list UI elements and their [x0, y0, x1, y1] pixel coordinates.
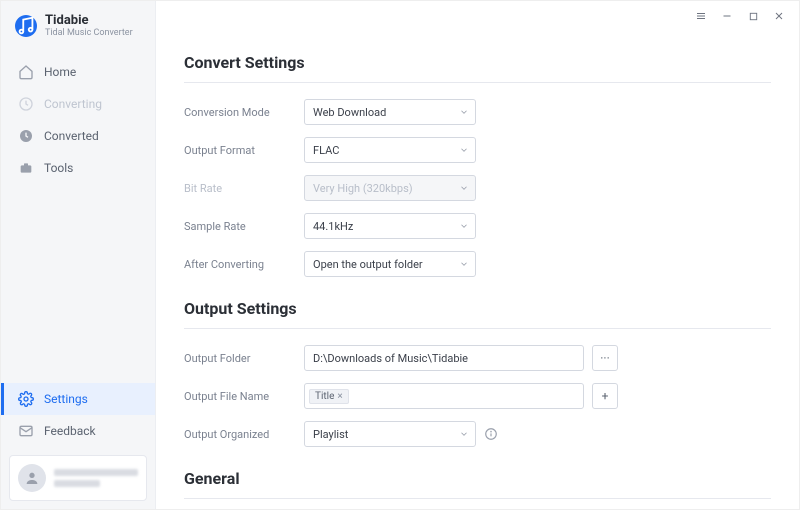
- browse-folder-button[interactable]: ···: [592, 345, 618, 371]
- section-title-convert: Convert Settings: [184, 53, 771, 72]
- chevron-down-icon: [459, 259, 469, 269]
- app-window: Tidabie Tidal Music Converter Home Conve…: [0, 0, 800, 510]
- divider: [184, 328, 771, 329]
- select-value: Open the output folder: [313, 258, 423, 271]
- output-filename-label: Output File Name: [184, 390, 304, 403]
- sidebar-item-label: Feedback: [44, 424, 96, 438]
- conversion-mode-label: Conversion Mode: [184, 106, 304, 119]
- chip-remove-icon[interactable]: ×: [337, 391, 342, 402]
- after-converting-select[interactable]: Open the output folder: [304, 251, 476, 277]
- conversion-mode-select[interactable]: Web Download: [304, 99, 476, 125]
- section-title-output: Output Settings: [184, 299, 771, 318]
- bitrate-select: Very High (320kbps): [304, 175, 476, 201]
- sidebar-item-label: Converting: [44, 97, 102, 111]
- sidebar-item-label: Tools: [44, 161, 73, 175]
- plus-icon: +: [602, 389, 609, 403]
- maximize-button[interactable]: [741, 4, 765, 28]
- brand-subtitle: Tidal Music Converter: [45, 28, 133, 38]
- output-folder-label: Output Folder: [184, 352, 304, 365]
- converting-icon: [18, 96, 34, 112]
- output-folder-input[interactable]: D:\Downloads of Music\Tidabie: [304, 345, 584, 371]
- converted-icon: [18, 128, 34, 144]
- user-info-placeholder: [54, 469, 138, 487]
- output-format-label: Output Format: [184, 144, 304, 157]
- brand-text: Tidabie Tidal Music Converter: [45, 13, 133, 38]
- sidebar-item-label: Home: [44, 65, 76, 79]
- home-icon: [18, 64, 34, 80]
- select-value: FLAC: [313, 144, 339, 157]
- sample-rate-label: Sample Rate: [184, 220, 304, 233]
- sidebar-item-converted[interactable]: Converted: [1, 120, 155, 152]
- input-value: D:\Downloads of Music\Tidabie: [313, 352, 468, 365]
- chip-label: Title: [315, 391, 334, 402]
- info-icon[interactable]: [484, 427, 498, 441]
- select-value: Playlist: [313, 428, 348, 441]
- sidebar-item-tools[interactable]: Tools: [1, 152, 155, 184]
- settings-content[interactable]: Convert Settings Conversion Mode Web Dow…: [156, 31, 799, 509]
- chevron-down-icon: [459, 221, 469, 231]
- bitrate-label: Bit Rate: [184, 182, 304, 195]
- sidebar: Tidabie Tidal Music Converter Home Conve…: [1, 1, 156, 509]
- chevron-down-icon: [459, 145, 469, 155]
- chevron-down-icon: [459, 107, 469, 117]
- feedback-icon: [18, 423, 34, 439]
- nav-bottom: Settings Feedback: [1, 379, 155, 447]
- close-button[interactable]: [767, 4, 791, 28]
- output-organized-label: Output Organized: [184, 428, 304, 441]
- after-converting-label: After Converting: [184, 258, 304, 271]
- select-value: Very High (320kbps): [313, 182, 413, 195]
- sidebar-item-settings[interactable]: Settings: [1, 383, 155, 415]
- output-filename-input[interactable]: Title ×: [304, 383, 584, 409]
- main: Convert Settings Conversion Mode Web Dow…: [156, 1, 799, 509]
- gear-icon: [18, 391, 34, 407]
- brand-logo-icon: [15, 15, 37, 37]
- sidebar-item-feedback[interactable]: Feedback: [1, 415, 155, 447]
- select-value: Web Download: [313, 106, 386, 119]
- menu-button[interactable]: [689, 4, 713, 28]
- nav: Home Converting Converted Tools: [1, 52, 155, 184]
- sidebar-item-label: Converted: [44, 129, 99, 143]
- chevron-down-icon: [459, 429, 469, 439]
- divider: [184, 82, 771, 83]
- select-value: 44.1kHz: [313, 220, 353, 233]
- output-format-select[interactable]: FLAC: [304, 137, 476, 163]
- sample-rate-select[interactable]: 44.1kHz: [304, 213, 476, 239]
- filename-chip-title[interactable]: Title ×: [309, 389, 349, 404]
- avatar-icon: [18, 464, 46, 492]
- brand: Tidabie Tidal Music Converter: [1, 1, 155, 52]
- output-organized-select[interactable]: Playlist: [304, 421, 476, 447]
- minimize-button[interactable]: [715, 4, 739, 28]
- brand-name: Tidabie: [45, 13, 133, 28]
- divider: [184, 498, 771, 499]
- user-card[interactable]: [9, 455, 147, 501]
- sidebar-item-converting: Converting: [1, 88, 155, 120]
- sidebar-item-home[interactable]: Home: [1, 56, 155, 88]
- tools-icon: [18, 160, 34, 176]
- chevron-down-icon: [459, 183, 469, 193]
- add-filename-token-button[interactable]: +: [592, 383, 618, 409]
- sidebar-item-label: Settings: [44, 392, 88, 406]
- section-title-general: General: [184, 469, 771, 488]
- ellipsis-icon: ···: [600, 351, 609, 365]
- titlebar: [156, 1, 799, 31]
